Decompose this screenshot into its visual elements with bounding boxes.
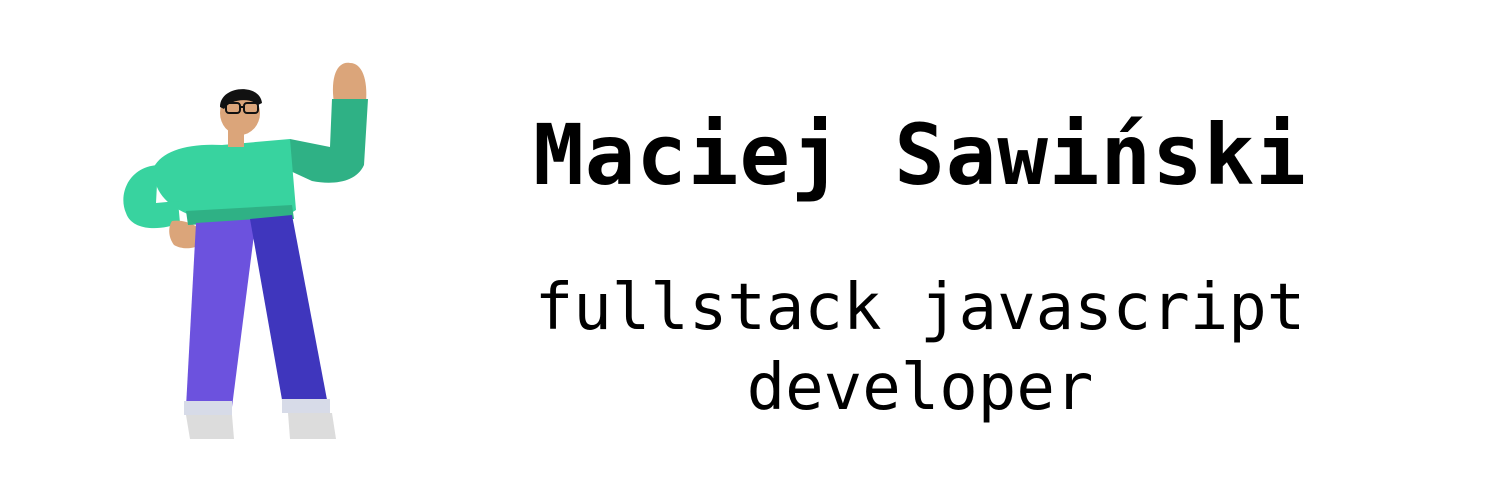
profile-text: Maciej Sawiński fullstack javascript dev…: [420, 0, 1420, 500]
profile-name: Maciej Sawiński: [533, 106, 1307, 204]
profile-role-line-2: developer: [746, 351, 1094, 425]
person-figure-icon: [123, 62, 368, 439]
profile-role-line-1: fullstack javascript: [534, 271, 1306, 345]
waving-developer-illustration: [110, 55, 380, 450]
profile-role: fullstack javascript developer: [420, 268, 1420, 428]
